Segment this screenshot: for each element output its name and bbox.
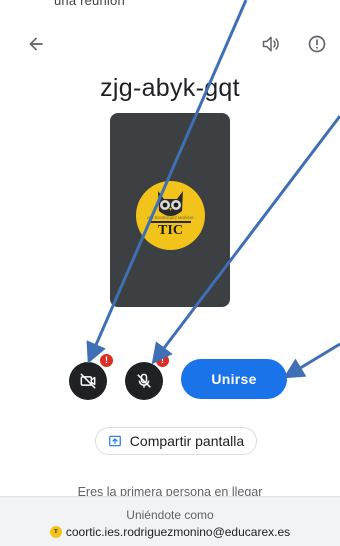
join-button[interactable]: Unirse [181,359,287,399]
share-screen-label: Compartir pantalla [129,433,245,449]
info-icon [308,35,326,53]
arrow-left-icon [29,37,43,51]
avatar-label: TIC [158,223,183,238]
meet-prejoin-screen: una reunión zjg-abyk-gqt IES RODRÍGUEZ M… [0,0,340,546]
account-row: T coortic.ies.rodriguezmonino@educarex.e… [0,525,340,539]
avatar-caption: IES RODRÍGUEZ MOÑINO [147,216,194,220]
clipped-header: una reunión [0,0,340,18]
meeting-code: zjg-abyk-gqt [100,74,240,102]
clipped-header-text: una reunión [54,0,125,8]
microphone-warning-badge: ! [155,353,170,368]
volume-icon [262,36,279,52]
camera-off-icon [80,373,96,389]
account-email: coortic.ies.rodriguezmonino@educarex.es [65,525,291,539]
camera-toggle-button[interactable] [69,362,107,400]
present-screen-icon [108,435,121,447]
audio-output-button[interactable] [258,31,284,57]
account-avatar: T [49,526,62,538]
share-screen-button[interactable]: Compartir pantalla [95,427,257,455]
joining-as-label: Uniéndote como [126,508,214,522]
info-button[interactable] [304,31,330,57]
mic-off-icon [137,373,151,388]
camera-warning-badge: ! [99,353,114,368]
avatar: IES RODRÍGUEZ MOÑINO TIC [136,181,205,250]
video-preview: IES RODRÍGUEZ MOÑINO TIC [110,113,230,307]
microphone-toggle-button[interactable] [125,362,163,400]
arrow-to-join [283,342,340,379]
back-button[interactable] [23,31,49,57]
